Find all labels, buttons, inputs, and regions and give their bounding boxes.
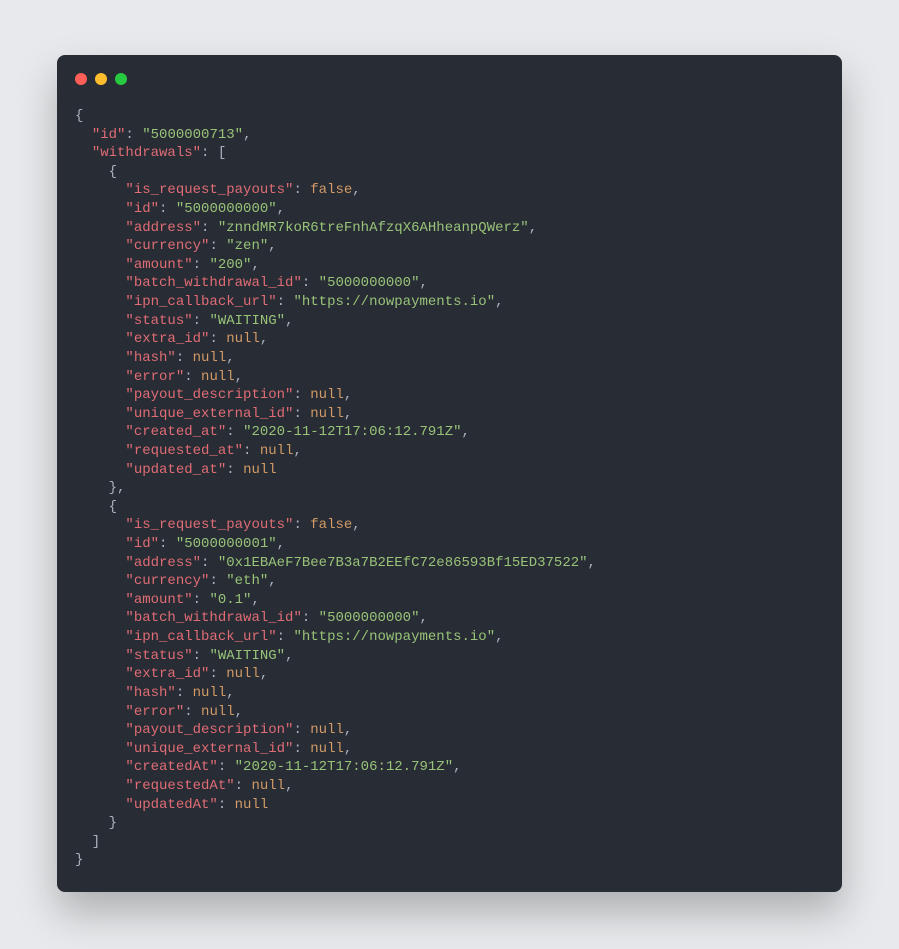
json-string: "200" <box>209 257 251 273</box>
json-key: "amount" <box>125 257 192 273</box>
json-key: "ipn_callback_url" <box>125 629 276 645</box>
json-null: null <box>201 704 235 720</box>
json-code-block: { "id": "5000000713", "withdrawals": [ {… <box>75 107 824 870</box>
json-key: "is_request_payouts" <box>125 517 293 533</box>
json-key: "id" <box>92 127 126 143</box>
json-null: null <box>235 797 269 813</box>
json-null: null <box>251 778 285 794</box>
json-null: null <box>310 722 344 738</box>
json-key: "batch_withdrawal_id" <box>125 275 301 291</box>
json-key: "error" <box>125 369 184 385</box>
json-key: "unique_external_id" <box>125 741 293 757</box>
json-key: "hash" <box>125 685 175 701</box>
json-string: "WAITING" <box>209 313 285 329</box>
json-string: "znndMR7koR6treFnhAfzqX6AHheanpQWerz" <box>218 220 529 236</box>
json-key: "amount" <box>125 592 192 608</box>
json-string: "5000000000" <box>176 201 277 217</box>
json-key: "updatedAt" <box>125 797 217 813</box>
json-key: "requested_at" <box>125 443 243 459</box>
json-string: "2020-11-12T17:06:12.791Z" <box>243 424 461 440</box>
json-string: "5000000000" <box>319 610 420 626</box>
zoom-icon[interactable] <box>115 73 127 85</box>
json-bool: false <box>310 182 352 198</box>
json-key: "id" <box>125 536 159 552</box>
json-key: "is_request_payouts" <box>125 182 293 198</box>
json-string: "5000000001" <box>176 536 277 552</box>
json-string: "5000000000" <box>319 275 420 291</box>
json-key: "payout_description" <box>125 387 293 403</box>
json-null: null <box>310 406 344 422</box>
json-key: "requestedAt" <box>125 778 234 794</box>
json-key: "hash" <box>125 350 175 366</box>
minimize-icon[interactable] <box>95 73 107 85</box>
json-key: "updated_at" <box>125 462 226 478</box>
json-null: null <box>310 741 344 757</box>
code-window: { "id": "5000000713", "withdrawals": [ {… <box>57 55 842 892</box>
json-null: null <box>226 331 260 347</box>
json-key: "status" <box>125 313 192 329</box>
json-string: "0x1EBAeF7Bee7B3a7B2EEfC72e86593Bf15ED37… <box>218 555 588 571</box>
json-key: "address" <box>125 220 201 236</box>
json-bool: false <box>310 517 352 533</box>
json-key: "unique_external_id" <box>125 406 293 422</box>
json-key: "payout_description" <box>125 722 293 738</box>
json-null: null <box>201 369 235 385</box>
json-key: "batch_withdrawal_id" <box>125 610 301 626</box>
json-null: null <box>243 462 277 478</box>
json-key: "id" <box>125 201 159 217</box>
json-string: "0.1" <box>209 592 251 608</box>
json-key: "currency" <box>125 573 209 589</box>
json-null: null <box>310 387 344 403</box>
json-key: "extra_id" <box>125 666 209 682</box>
json-key: "ipn_callback_url" <box>125 294 276 310</box>
json-key: "currency" <box>125 238 209 254</box>
json-key: "error" <box>125 704 184 720</box>
json-key: "created_at" <box>125 424 226 440</box>
json-key: "address" <box>125 555 201 571</box>
json-string: "WAITING" <box>209 648 285 664</box>
json-string: "https://nowpayments.io" <box>293 629 495 645</box>
page-background: { "id": "5000000713", "withdrawals": [ {… <box>0 0 899 949</box>
json-null: null <box>193 350 227 366</box>
json-string: "2020-11-12T17:06:12.791Z" <box>235 759 453 775</box>
close-icon[interactable] <box>75 73 87 85</box>
json-string: "zen" <box>226 238 268 254</box>
json-key: "status" <box>125 648 192 664</box>
json-string: "eth" <box>226 573 268 589</box>
json-null: null <box>226 666 260 682</box>
window-controls <box>75 73 824 85</box>
json-key: "extra_id" <box>125 331 209 347</box>
json-null: null <box>193 685 227 701</box>
json-string: "https://nowpayments.io" <box>293 294 495 310</box>
json-key: "withdrawals" <box>92 145 201 161</box>
json-null: null <box>260 443 294 459</box>
json-string: "5000000713" <box>142 127 243 143</box>
json-key: "createdAt" <box>125 759 217 775</box>
